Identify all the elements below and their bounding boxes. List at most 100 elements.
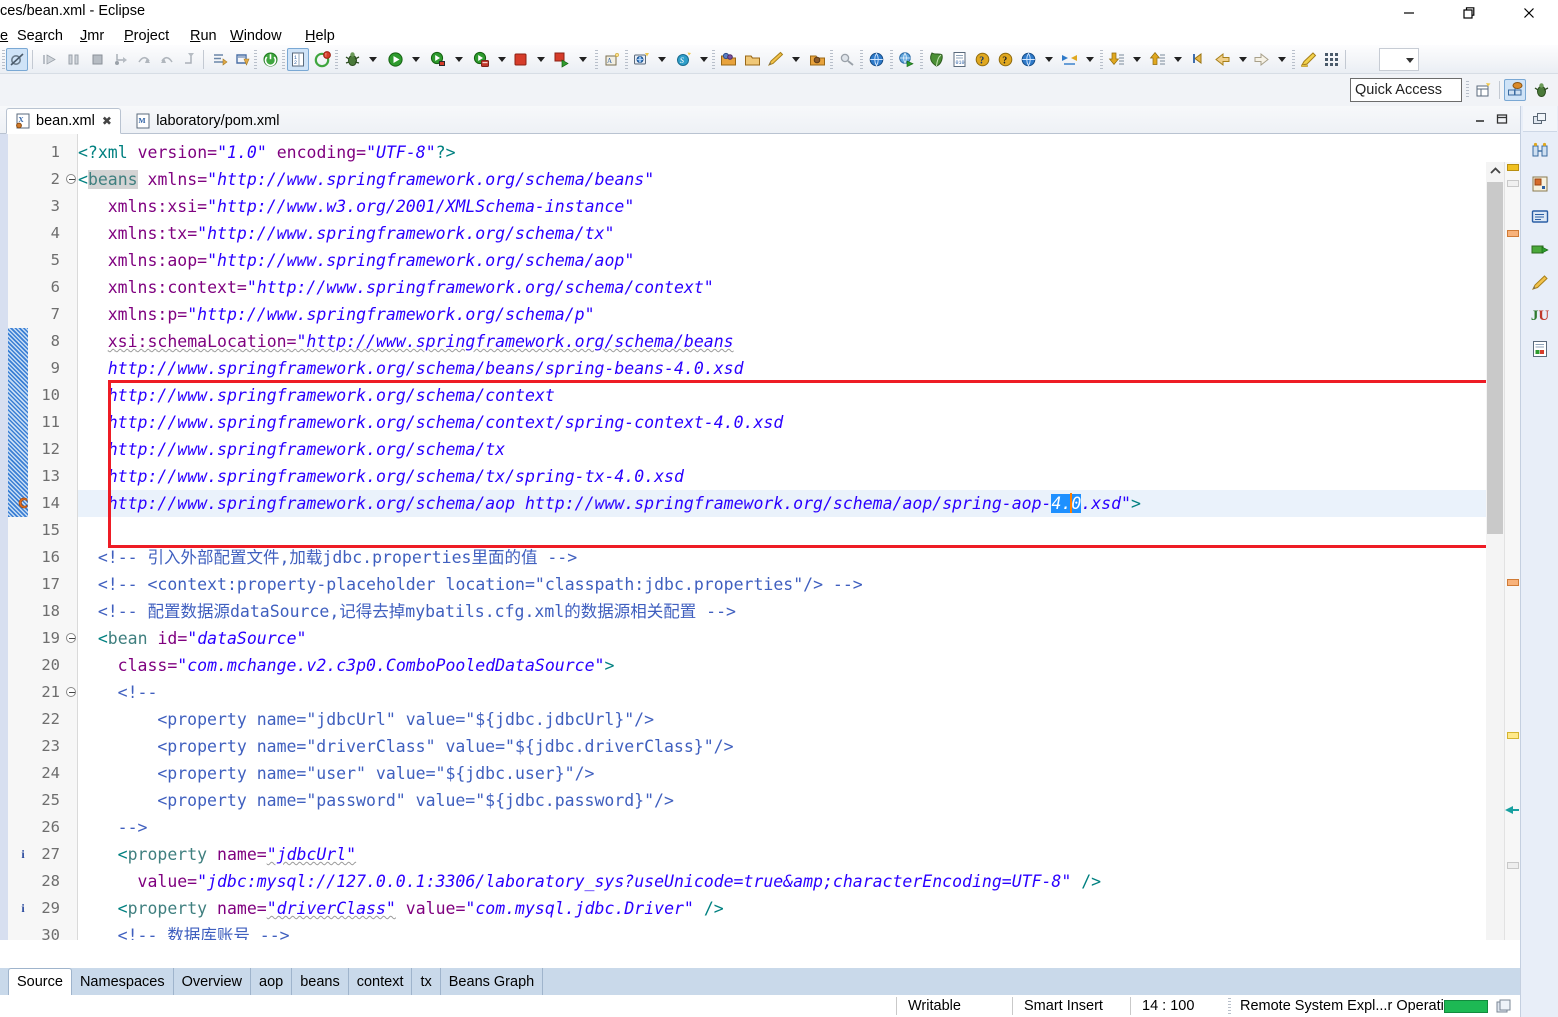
progress-detail-icon[interactable] [1496,999,1512,1014]
run-dropdown[interactable] [409,48,422,71]
maven-build-button[interactable] [925,48,947,71]
page-tab-context[interactable]: context [349,968,413,995]
toolbar-drag-handle[interactable] [830,50,833,69]
progress-view[interactable] [1529,239,1551,261]
open-perspective-button[interactable] [1472,79,1494,101]
restore-view-button[interactable] [1533,113,1547,131]
merge-button[interactable] [1058,48,1080,71]
forward-dropdown[interactable] [1275,48,1288,71]
code-line[interactable]: http://www.springframework.org/schema/co… [108,409,784,436]
highlight-button[interactable] [1297,48,1319,71]
junit-view[interactable]: JU [1529,305,1551,327]
overview-ruler[interactable] [1504,162,1520,940]
web-browser-button[interactable] [1017,48,1039,71]
toolbar-drag-handle[interactable] [282,50,285,69]
window-close-button[interactable] [1506,0,1552,26]
code-line[interactable]: <?xml version="1.0" encoding="UTF-8"?> [78,139,456,166]
new-java-class-button[interactable]: A [601,48,623,71]
terminate-all-button[interactable] [259,48,281,71]
drop-to-frame-button[interactable] [179,48,201,71]
web-browser-dropdown[interactable] [1042,48,1055,71]
code-text[interactable]: <?xml version="1.0" encoding="UTF-8"?> <b… [78,134,1520,940]
toggle-breakpoint-button[interactable] [6,48,28,71]
page-tab-beans-graph[interactable]: Beans Graph [441,968,544,995]
data-source-view[interactable] [1529,338,1551,360]
debug-perspective-button[interactable] [1530,79,1552,101]
open-browser-button[interactable] [865,48,887,71]
code-line[interactable]: http://www.springframework.org/schema/ao… [108,490,1141,517]
new-web-project-button[interactable] [630,48,652,71]
code-line[interactable]: class="com.mchange.v2.c3p0.ComboPooledDa… [118,652,615,679]
toolbar-drag-handle[interactable] [860,50,863,69]
step-return-button[interactable] [156,48,178,71]
forward-button[interactable] [1250,48,1272,71]
run-as-server-button[interactable] [551,48,573,71]
code-line[interactable]: <!-- 引入外部配置文件,加载jdbc.properties里面的值 --> [98,544,577,571]
pencil-button[interactable] [764,48,786,71]
run-server-dropdown[interactable] [495,48,508,71]
toolbar-drag-handle[interactable] [1466,81,1469,99]
toolbar-drag-handle[interactable] [1292,50,1295,69]
back-dropdown[interactable] [1236,48,1249,71]
back-button[interactable] [1211,48,1233,71]
toolbar-drag-handle[interactable] [890,50,893,69]
toolbar-drag-handle[interactable] [1100,50,1103,69]
toolbar-drag-handle[interactable] [2,50,5,69]
open-resource-button[interactable] [806,48,828,71]
terminate-button[interactable] [86,48,108,71]
code-line[interactable]: http://www.springframework.org/schema/tx… [108,463,684,490]
last-edit-location-button[interactable] [1188,48,1210,71]
editor-tab-laboratory-pom-xml[interactable]: Mlaboratory/pom.xml [127,108,287,134]
overview-marker[interactable] [1507,579,1519,586]
close-icon[interactable]: ✖ [102,114,112,128]
code-line[interactable]: <property name="user" value="${jdbc.user… [157,760,594,787]
save-all-button[interactable] [232,48,254,71]
scroll-up-button[interactable] [1486,162,1504,179]
minimize-editor-button[interactable] [1472,112,1490,128]
debug-button[interactable] [341,48,363,71]
page-tab-source[interactable]: Source [8,968,72,995]
stop-dropdown[interactable] [534,48,547,71]
open-package-button[interactable] [741,48,763,71]
quick-access-input[interactable]: Quick Access [1350,78,1462,102]
code-line[interactable]: --> [118,814,148,841]
run-button[interactable] [384,48,406,71]
suspend-button[interactable] [62,48,84,71]
resume-button[interactable] [38,48,60,71]
debug-dropdown[interactable] [366,48,379,71]
status-drag-handle[interactable] [1228,998,1231,1014]
toolbar-drag-handle[interactable] [254,50,257,69]
menu-run[interactable]: Run [190,25,217,47]
merge-dropdown[interactable] [1083,48,1096,71]
status-operation[interactable]: Remote System Expl...r Operation [1240,995,1460,1017]
code-line[interactable]: xmlns:context="http://www.springframewor… [108,274,714,301]
code-line[interactable]: <bean id="dataSource" [98,625,307,652]
code-line[interactable]: xmlns:p="http://www.springframework.org/… [108,301,595,328]
page-tab-aop[interactable]: aop [251,968,293,995]
fold-toggle-icon[interactable] [66,174,76,184]
maximize-editor-button[interactable] [1494,112,1512,128]
step-over-button[interactable] [133,48,155,71]
code-line[interactable]: <!-- [118,679,158,706]
code-line[interactable]: <property name="driverClass" value="com.… [118,895,724,922]
page-tab-overview[interactable]: Overview [174,968,252,995]
fold-toggle-icon[interactable] [66,687,76,697]
code-line[interactable]: xsi:schemaLocation="http://www.springfra… [108,328,734,355]
code-line[interactable]: http://www.springframework.org/schema/co… [108,382,555,409]
toggle-numbering-button[interactable]: 12 [287,48,309,71]
console-view[interactable] [1529,206,1551,228]
previous-annotation-dropdown[interactable] [1171,48,1184,71]
markers-view[interactable] [1529,272,1551,294]
validate-button[interactable]: ! [311,48,333,71]
menu-help[interactable]: Help [305,25,335,47]
code-line[interactable]: value="jdbc:mysql://127.0.0.1:3306/labor… [138,868,1102,895]
run-server-button[interactable] [470,48,492,71]
page-tab-beans[interactable]: beans [292,968,349,995]
menu-search[interactable]: Search [17,25,63,47]
overview-marker[interactable] [1507,732,1519,739]
snippets-view[interactable] [1529,173,1551,195]
code-line[interactable]: <property name="jdbcUrl" value="${jdbc.j… [157,706,654,733]
folding-ruler[interactable] [64,134,78,940]
new-spring-button[interactable]: S [672,48,694,71]
code-line[interactable]: <property name="password" value="${jdbc.… [157,787,674,814]
